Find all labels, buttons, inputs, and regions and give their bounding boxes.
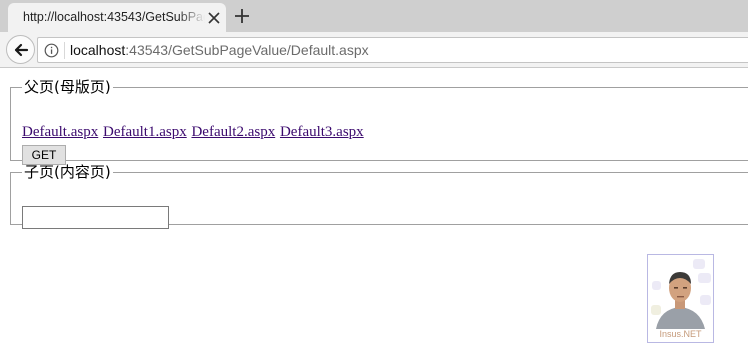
- address-bar[interactable]: localhost:43543/GetSubPageValue/Default.…: [37, 37, 748, 63]
- back-arrow-icon: [14, 43, 28, 56]
- get-button[interactable]: GET: [22, 145, 66, 165]
- url-host: localhost: [70, 42, 126, 58]
- navigation-toolbar: localhost:43543/GetSubPageValue/Default.…: [0, 32, 748, 68]
- link-default2[interactable]: Default2.aspx: [191, 124, 275, 140]
- url-path: :43543/GetSubPageValue/Default.aspx: [125, 42, 369, 58]
- parent-page-fieldset: 父页(母版页) Default.aspx Default1.aspx Defau…: [10, 78, 748, 165]
- child-page-fieldset: 子页(内容页): [10, 163, 748, 229]
- child-page-legend: 子页(内容页): [24, 163, 111, 181]
- close-icon[interactable]: [206, 10, 222, 26]
- photo-caption: Insus.NET: [659, 329, 702, 339]
- tab-title: http://localhost:43543/GetSubPageValue/D…: [23, 10, 205, 24]
- tab-strip: http://localhost:43543/GetSubPageValue/D…: [0, 0, 748, 32]
- parent-page-legend: 父页(母版页): [24, 78, 111, 96]
- info-icon[interactable]: [44, 43, 59, 58]
- link-default3[interactable]: Default3.aspx: [280, 124, 364, 140]
- author-photo-card: Insus.NET: [647, 254, 714, 343]
- url-separator: [64, 42, 65, 59]
- link-default[interactable]: Default.aspx: [22, 124, 98, 140]
- child-value-input[interactable]: [22, 206, 169, 229]
- browser-tab[interactable]: http://localhost:43543/GetSubPageValue/D…: [8, 3, 226, 32]
- back-button[interactable]: [6, 35, 35, 64]
- link-default1[interactable]: Default1.aspx: [103, 124, 187, 140]
- page-links: Default.aspx Default1.aspx Default2.aspx…: [22, 124, 365, 141]
- url-text[interactable]: localhost:43543/GetSubPageValue/Default.…: [70, 42, 369, 58]
- plus-icon[interactable]: [233, 7, 251, 25]
